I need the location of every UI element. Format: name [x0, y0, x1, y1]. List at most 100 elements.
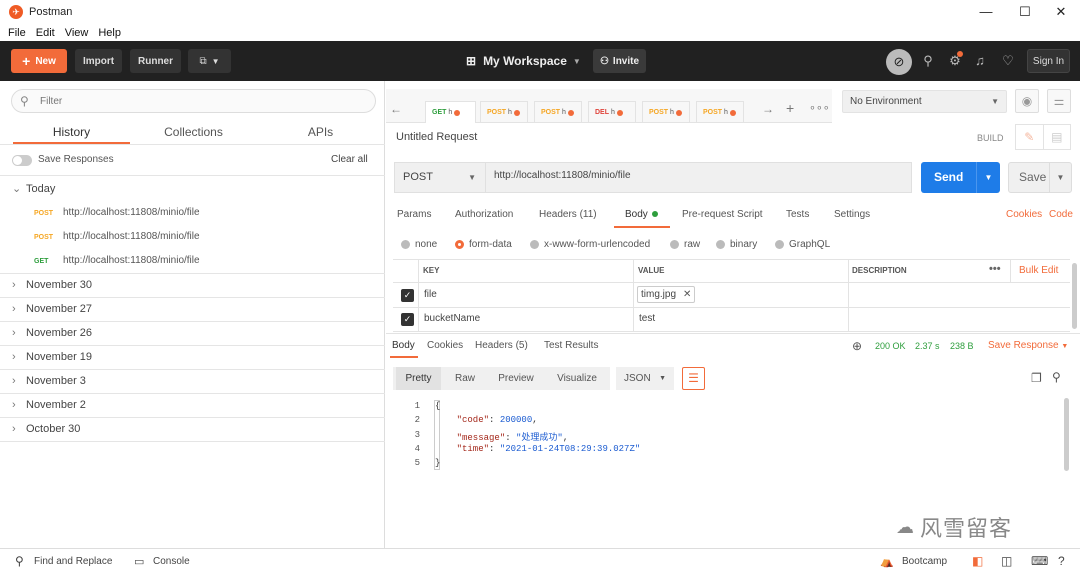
new-button[interactable]: + New — [11, 49, 67, 73]
history-group[interactable]: › November 30 — [12, 279, 92, 291]
layout-icon[interactable]: ◫ — [1001, 554, 1012, 568]
view-visualize[interactable]: Visualize — [548, 367, 606, 390]
add-tab-icon[interactable]: + — [786, 100, 794, 116]
history-group[interactable]: › November 2 — [12, 399, 86, 411]
satellite-icon[interactable]: ⚲ — [918, 51, 938, 71]
row-key[interactable]: file — [424, 289, 437, 300]
request-tab[interactable]: POST h — [642, 101, 690, 123]
find-replace-button[interactable]: Find and Replace — [34, 556, 112, 567]
history-group[interactable]: › October 30 — [12, 423, 80, 435]
search-icon[interactable]: ⚲ — [1052, 370, 1061, 384]
body-mode-none[interactable]: none — [401, 239, 437, 250]
code-scrollbar[interactable] — [1064, 398, 1069, 471]
row-value[interactable]: test — [639, 313, 655, 324]
sliders-icon[interactable]: ⚌ — [1047, 89, 1071, 113]
menu-file[interactable]: File — [8, 27, 26, 39]
tab-collections[interactable]: Collections — [135, 125, 252, 139]
filter-input[interactable] — [40, 93, 360, 109]
bulk-edit-link[interactable]: Bulk Edit — [1019, 265, 1058, 276]
minimize-button[interactable]: — — [968, 0, 1004, 24]
status-code[interactable]: 200 OK — [875, 341, 906, 351]
sync-off-icon[interactable]: ⊘ — [886, 49, 912, 75]
menu-edit[interactable]: Edit — [36, 27, 55, 39]
import-button[interactable]: Import — [75, 49, 122, 73]
close-button[interactable]: ✕ — [1043, 0, 1079, 24]
menu-view[interactable]: View — [65, 27, 89, 39]
two-pane-icon[interactable]: ◧ — [972, 554, 983, 568]
heart-icon[interactable]: ♡ — [998, 51, 1018, 71]
response-tab-test-results[interactable]: Test Results — [544, 340, 598, 351]
help-icon[interactable]: ? — [1058, 554, 1065, 568]
history-item[interactable]: POST http://localhost:11808/minio/file — [34, 231, 200, 242]
tab-headers[interactable]: Headers (11) — [539, 209, 597, 220]
tab-apis[interactable]: APIs — [262, 125, 379, 139]
request-tab[interactable]: DEL h — [588, 101, 636, 123]
tab-history[interactable]: History — [13, 125, 130, 139]
history-item[interactable]: GET http://localhost:11808/minio/file — [34, 255, 200, 266]
request-name[interactable]: Untitled Request — [396, 131, 477, 143]
build-mode-label[interactable]: BUILD — [977, 133, 1004, 143]
view-raw[interactable]: Raw — [447, 367, 483, 390]
new-window-button[interactable]: ⧉ ▼ — [188, 49, 231, 73]
tab-authorization[interactable]: Authorization — [455, 209, 513, 220]
table-scrollbar[interactable] — [1072, 263, 1077, 329]
code-link[interactable]: Code — [1049, 209, 1073, 220]
bootcamp-button[interactable]: Bootcamp — [902, 556, 947, 567]
more-options-icon[interactable]: ••• — [989, 263, 1001, 275]
save-button[interactable]: Save ▼ — [1008, 162, 1072, 193]
menu-help[interactable]: Help — [98, 27, 121, 39]
sign-in-button[interactable]: Sign In — [1027, 49, 1070, 73]
arrow-left-icon[interactable]: ← — [390, 102, 402, 116]
history-group[interactable]: › November 26 — [12, 327, 92, 339]
history-item[interactable]: POST http://localhost:11808/minio/file — [34, 207, 200, 218]
history-group[interactable]: › November 19 — [12, 351, 92, 363]
invite-button[interactable]: ⚇ Invite — [593, 49, 646, 73]
environment-select[interactable]: No Environment ▼ — [842, 90, 1007, 113]
send-button[interactable]: Send ▼ — [921, 162, 1000, 193]
history-group[interactable]: › November 27 — [12, 303, 92, 315]
maximize-button[interactable]: ☐ — [1007, 0, 1043, 24]
response-size[interactable]: 238 B — [950, 341, 974, 351]
request-tab[interactable]: GET h — [425, 101, 476, 123]
shortcuts-icon[interactable]: ⌨ — [1031, 554, 1048, 568]
history-group[interactable]: › November 3 — [12, 375, 86, 387]
response-time[interactable]: 2.37 s — [915, 341, 940, 351]
workspace-switcher[interactable]: ⊞ My Workspace ▼ — [466, 52, 581, 70]
url-input[interactable] — [494, 170, 894, 181]
pencil-icon[interactable]: ✎ — [1016, 125, 1043, 149]
arrow-right-icon[interactable]: → — [762, 102, 774, 116]
view-preview[interactable]: Preview — [490, 367, 542, 390]
body-mode-binary[interactable]: binary — [716, 239, 757, 250]
tab-settings[interactable]: Settings — [834, 209, 870, 220]
body-mode-form-data[interactable]: form-data — [455, 239, 512, 250]
format-select[interactable]: JSON ▼ — [616, 367, 674, 390]
chevron-down-icon[interactable]: ▼ — [1049, 163, 1071, 192]
request-tab[interactable]: POST h — [480, 101, 528, 123]
request-tab[interactable]: POST h — [534, 101, 582, 123]
more-tabs-icon[interactable]: ∘∘∘ — [809, 101, 830, 114]
clear-all-button[interactable]: Clear all — [331, 154, 368, 165]
tab-tests[interactable]: Tests — [786, 209, 809, 220]
cookies-link[interactable]: Cookies — [1006, 209, 1042, 220]
response-tab-cookies[interactable]: Cookies — [427, 340, 463, 351]
response-tab-body[interactable]: Body — [392, 340, 415, 351]
console-button[interactable]: Console — [153, 556, 190, 567]
tab-params[interactable]: Params — [397, 209, 431, 220]
body-mode-raw[interactable]: raw — [670, 239, 700, 250]
eye-icon[interactable]: ◉ — [1015, 89, 1039, 113]
method-select[interactable]: POST ▼ — [394, 162, 486, 193]
row-key[interactable]: bucketName — [424, 313, 480, 324]
save-responses-toggle[interactable] — [12, 155, 32, 166]
response-tab-headers[interactable]: Headers (5) — [475, 340, 528, 351]
chevron-down-icon[interactable]: ▼ — [976, 162, 1000, 193]
bell-icon[interactable]: ♫ — [970, 51, 990, 71]
wrap-lines-icon[interactable]: ☰ — [682, 367, 705, 390]
row-checkbox[interactable]: ✓ — [401, 313, 414, 326]
document-icon[interactable]: ▤ — [1042, 125, 1071, 149]
save-response-button[interactable]: Save Response ▼ — [988, 340, 1068, 351]
tab-pre-request-script[interactable]: Pre-request Script — [682, 209, 763, 220]
body-mode-urlencoded[interactable]: x-www-form-urlencoded — [530, 239, 650, 250]
view-pretty[interactable]: Pretty — [396, 367, 441, 390]
filter-box[interactable]: ⚲ — [11, 89, 376, 113]
close-icon[interactable]: ✕ — [683, 289, 691, 300]
